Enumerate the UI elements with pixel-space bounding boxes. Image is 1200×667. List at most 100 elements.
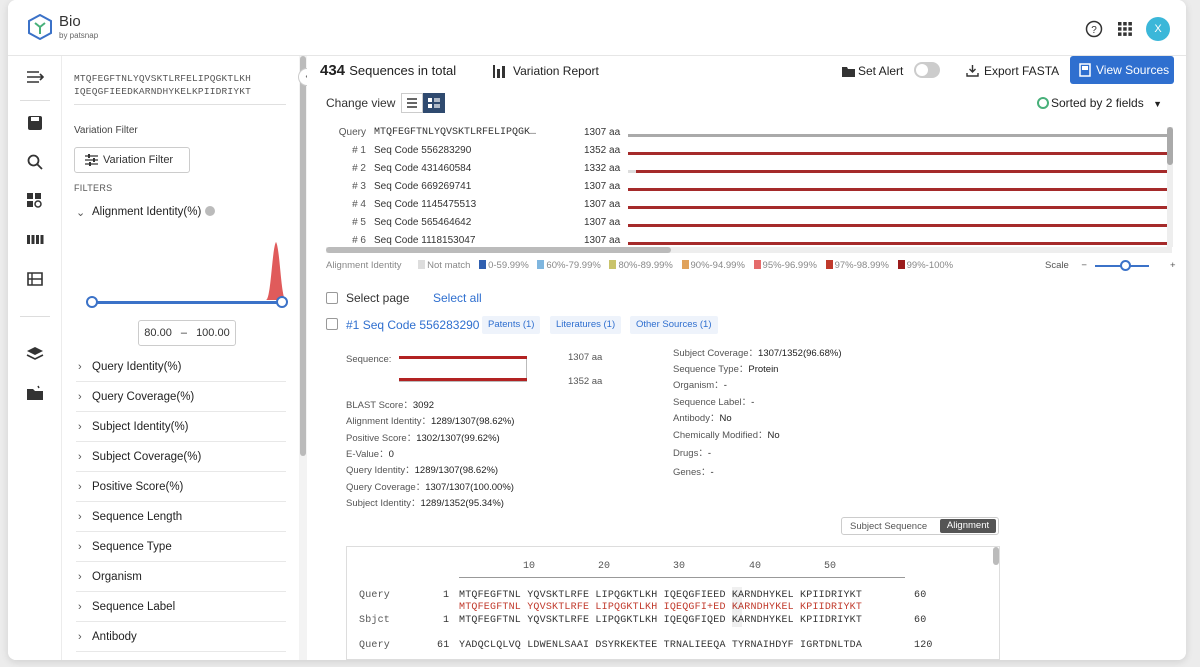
sequence-row[interactable]: # 1 Seq Code 556283290 1352 aa <box>326 145 1174 163</box>
subject-length: 1352 aa <box>568 376 603 387</box>
scrollbar-thumb[interactable] <box>300 56 306 456</box>
sequence-row[interactable]: # 3 Seq Code 669269741 1307 aa <box>326 181 1174 199</box>
scale-slider-handle[interactable] <box>1120 260 1131 271</box>
count-label: Sequences in total <box>349 63 457 78</box>
row-code[interactable]: Seq Code 556283290 <box>374 145 471 156</box>
filter-query-coverage[interactable]: › Query Coverage(%) <box>76 382 286 412</box>
sequence-row[interactable]: # 4 Seq Code 1145475513 1307 aa <box>326 199 1174 217</box>
row-number: # 3 <box>352 181 366 192</box>
menu-expand-icon[interactable] <box>26 68 44 86</box>
filter-subject-identity[interactable]: › Subject Identity(%) <box>76 412 286 442</box>
legend-swatch <box>418 260 426 269</box>
help-icon[interactable]: ? <box>1085 20 1103 38</box>
chevron-right-icon: › <box>78 361 82 373</box>
identity-range-input[interactable]: 80.00 – 100.00 <box>138 320 236 346</box>
result-title[interactable]: #1 Seq Code 556283290 <box>346 318 479 332</box>
app-window: Bio by patsnap ? X MTQFEGFTNLYQVSKTLRFEL… <box>8 0 1186 660</box>
save-icon[interactable] <box>26 114 44 132</box>
select-page-checkbox[interactable] <box>326 292 338 304</box>
alignment-scrollbar[interactable] <box>993 547 999 565</box>
set-alert-toggle[interactable] <box>914 62 940 78</box>
row-code[interactable]: Seq Code 1118153047 <box>374 235 475 246</box>
filter-alignment-identity[interactable]: ⌄ Alignment Identity(%) <box>76 206 216 219</box>
select-page-label[interactable]: Select page <box>346 291 409 305</box>
alignment-viewer: 10 20 30 40 50 Query 1 MTQFEGFTNL YQVSKT… <box>346 546 1000 660</box>
detail-value: 1307/1307(100.00%) <box>425 482 514 493</box>
apps-grid-icon[interactable] <box>1116 20 1134 38</box>
patents-tag[interactable]: Patents (1) <box>482 316 541 334</box>
scale-minus-button[interactable]: − <box>1081 260 1087 271</box>
select-all-link[interactable]: Select all <box>433 291 482 305</box>
filter-sequence-length[interactable]: › Sequence Length <box>76 502 286 532</box>
query-seq-line: IQEQGFIEEDKARNDHYKELKPIIDRIYKT <box>74 86 252 97</box>
other-sources-tag[interactable]: Other Sources (1) <box>630 316 718 334</box>
scrollbar-thumb[interactable] <box>326 247 671 253</box>
sequence-row[interactable]: # 2 Seq Code 431460584 1332 aa <box>326 163 1174 181</box>
query-sequence: YADQCLQLVQ LDWENLSAAI DSYRKEKTEE TRNALIE… <box>459 640 863 651</box>
detail-value: Protein <box>748 364 779 375</box>
export-fasta-label: Export FASTA <box>984 64 1060 78</box>
export-fasta-button[interactable]: Export FASTA <box>966 64 1059 78</box>
result-code-link[interactable]: Seq Code 556283290 <box>363 318 480 332</box>
result-number: #1 <box>346 318 360 332</box>
row-code[interactable]: Seq Code 1145475513 <box>374 199 476 210</box>
legend-label: 95%-96.99% <box>762 260 817 271</box>
row-code[interactable]: Seq Code 669269741 <box>374 181 471 192</box>
detail-positive-score: Positive Score：1302/1307(99.62%) <box>346 430 500 444</box>
dashboard-search-icon[interactable] <box>26 192 44 210</box>
overview-h-scrollbar[interactable] <box>326 247 1172 253</box>
variation-filter-button[interactable]: Variation Filter <box>74 147 190 173</box>
sequence-grid-icon[interactable] <box>26 231 44 249</box>
user-avatar[interactable]: X <box>1146 17 1170 41</box>
legend-label: Not match <box>427 260 471 271</box>
info-icon[interactable] <box>205 206 216 216</box>
filters-scrollbar[interactable] <box>299 56 307 660</box>
sort-dropdown[interactable]: Sorted by 2 fields ▼ <box>1037 96 1162 110</box>
filter-label: Subject Identity(%) <box>92 421 189 433</box>
query-seq-line: MTQFEGFTNLYQVSKTLRFELIPQGKTLKH <box>74 73 252 84</box>
filter-sequence-type[interactable]: › Sequence Type <box>76 532 286 562</box>
sequence-row[interactable]: # 5 Seq Code 565464642 1307 aa <box>326 217 1174 235</box>
detail-query-coverage: Query Coverage：1307/1307(100.00%) <box>346 479 514 493</box>
filter-sequence-label[interactable]: › Sequence Label <box>76 592 286 622</box>
bio-logo-icon[interactable] <box>28 14 52 40</box>
scale-plus-button[interactable]: + <box>1170 260 1176 271</box>
subject-sequence-tab[interactable]: Subject Sequence <box>850 521 927 532</box>
set-alert[interactable]: Set Alert <box>842 64 903 78</box>
filter-organism[interactable]: › Organism <box>76 562 286 592</box>
detail-view-button[interactable] <box>423 93 445 113</box>
legend-label: 99%-100% <box>906 260 954 271</box>
filter-positive-score[interactable]: › Positive Score(%) <box>76 472 286 502</box>
variation-report-button[interactable]: Variation Report <box>493 64 599 78</box>
result-checkbox[interactable] <box>326 318 338 330</box>
subject-label: Sbjct <box>359 615 391 626</box>
list-view-button[interactable] <box>401 93 423 113</box>
view-sources-button[interactable]: View Sources <box>1070 56 1174 84</box>
alignment-tab[interactable]: Alignment <box>940 519 996 533</box>
variation-filter-title: Variation Filter <box>74 125 138 136</box>
alert-folder-icon <box>842 67 855 77</box>
sort-label: Sorted by 2 fields <box>1051 96 1144 110</box>
layers-icon[interactable] <box>26 345 44 363</box>
detail-value: 1289/1352(95.34%) <box>420 498 504 509</box>
detail-query-identity: Query Identity：1289/1307(98.62%) <box>346 462 498 476</box>
literatures-tag[interactable]: Literatures (1) <box>550 316 622 334</box>
legend-label: 0-59.99% <box>488 260 529 271</box>
range-min: 80.00 <box>144 327 172 339</box>
detail-key: Sequence Label： <box>673 397 752 408</box>
filter-label: Sequence Label <box>92 601 176 613</box>
row-code[interactable]: Seq Code 431460584 <box>374 163 471 174</box>
range-min-handle[interactable] <box>86 296 98 308</box>
search-icon[interactable] <box>26 153 44 171</box>
filter-query-identity[interactable]: › Query Identity(%) <box>76 352 286 382</box>
alert-folder-icon[interactable] <box>26 384 44 402</box>
legend-swatch <box>897 260 905 269</box>
scrollbar-thumb[interactable] <box>1167 127 1173 165</box>
detail-drugs: Drugs：- <box>673 445 711 459</box>
range-max-handle[interactable] <box>276 296 288 308</box>
filter-subject-coverage[interactable]: › Subject Coverage(%) <box>76 442 286 472</box>
row-code[interactable]: Seq Code 565464642 <box>374 217 471 228</box>
data-table-icon[interactable] <box>26 270 44 288</box>
overview-v-scrollbar[interactable] <box>1167 127 1173 247</box>
filter-antibody[interactable]: › Antibody <box>76 622 286 652</box>
